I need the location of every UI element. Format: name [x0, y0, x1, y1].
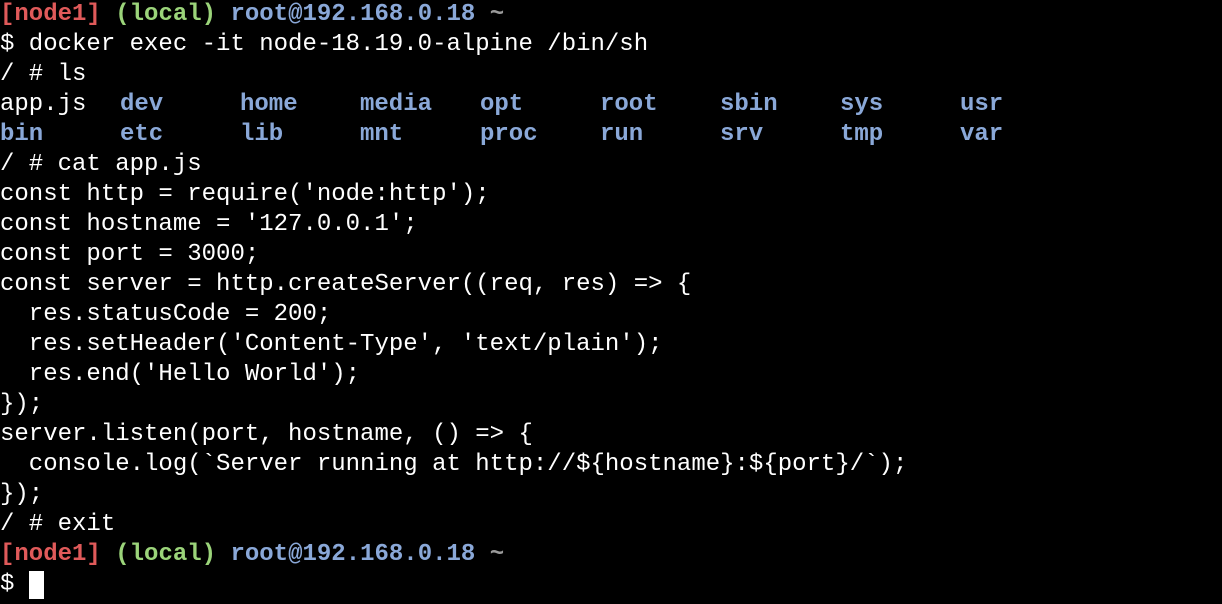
file-entry: app.js [0, 91, 87, 118]
prompt-tilde: ~ [489, 1, 505, 28]
code-line: res.setHeader('Content-Type', 'text/plai… [0, 331, 663, 358]
code-line: console.log(`Server running at http://${… [0, 451, 908, 478]
ls-output-row: app.js dev home media opt root sbin sys usr [0, 90, 1222, 120]
code-line: server.listen(port, hostname, () => { [0, 421, 533, 448]
prompt-node: [node1] [0, 541, 101, 568]
command-line: / # cat app.js [0, 151, 202, 178]
prompt-user-host: root@192.168.0.18 [230, 541, 476, 568]
code-line: }); [0, 481, 44, 508]
code-line: res.statusCode = 200; [0, 301, 332, 328]
directory-entry: media [360, 91, 433, 118]
directory-entry: dev [120, 91, 164, 118]
directory-entry: sbin [720, 91, 778, 118]
directory-entry: var [960, 121, 1004, 148]
ls-output-row: bin etc lib mnt proc run srv tmp var [0, 120, 1222, 150]
directory-entry: usr [960, 91, 1004, 118]
dollar-prompt: $ [0, 571, 29, 598]
directory-entry: proc [480, 121, 538, 148]
terminal-window[interactable]: [node1] (local) root@192.168.0.18 ~ $ do… [0, 0, 1222, 604]
directory-entry: etc [120, 121, 164, 148]
directory-entry: lib [240, 121, 284, 148]
code-line: const server = http.createServer((req, r… [0, 271, 692, 298]
directory-entry: sys [840, 91, 884, 118]
prompt-env: (local) [115, 541, 217, 568]
directory-entry: home [240, 91, 298, 118]
directory-entry: opt [480, 91, 524, 118]
directory-entry: mnt [360, 121, 404, 148]
directory-entry: tmp [840, 121, 884, 148]
prompt-user-host: root@192.168.0.18 [230, 1, 476, 28]
directory-entry: run [600, 121, 644, 148]
code-line: const port = 3000; [0, 241, 260, 268]
directory-entry: root [600, 91, 658, 118]
code-line: const hostname = '127.0.0.1'; [0, 211, 418, 238]
shell-prompt: [node1] (local) root@192.168.0.18 ~ [0, 0, 1222, 30]
directory-entry: srv [720, 121, 764, 148]
text-cursor[interactable] [28, 571, 44, 599]
command-input-line[interactable]: $ [0, 570, 1222, 600]
shell-prompt: [node1] (local) root@192.168.0.18 ~ [0, 540, 1222, 570]
directory-entry: bin [0, 121, 44, 148]
command-line: $ docker exec -it node-18.19.0-alpine /b… [0, 31, 649, 58]
prompt-tilde: ~ [489, 541, 505, 568]
code-line: const http = require('node:http'); [0, 181, 490, 208]
code-line: }); [0, 391, 44, 418]
code-line: res.end('Hello World'); [0, 361, 361, 388]
command-line: / # ls [0, 61, 87, 88]
command-line: / # exit [0, 511, 116, 538]
prompt-node: [node1] [0, 1, 101, 28]
prompt-env: (local) [115, 1, 217, 28]
